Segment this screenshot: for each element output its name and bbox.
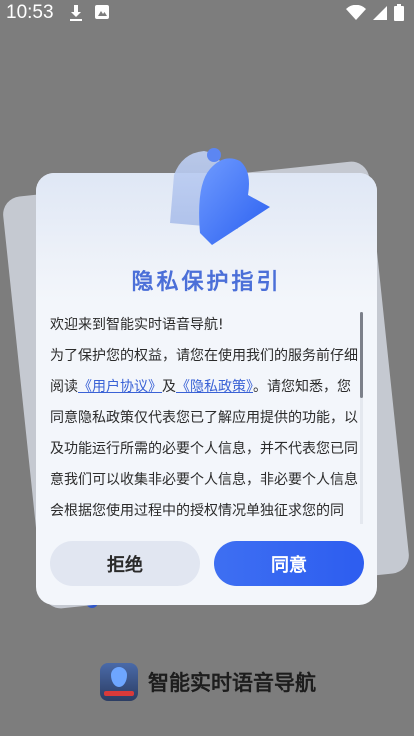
splash-app-name: 智能实时语音导航: [148, 671, 316, 695]
signal-icon: [373, 5, 387, 20]
body-text-after: 。请您知悉，您同意隐私政策仅代表您已了解应用提供的功能，以及功能运行所需的必要个…: [50, 379, 358, 519]
app-logo-icon: [100, 663, 138, 701]
and-text: 及: [162, 379, 176, 395]
download-icon: [70, 5, 82, 21]
agree-button[interactable]: 同意: [214, 541, 364, 586]
scrollbar-thumb[interactable]: [360, 312, 363, 398]
welcome-text: 欢迎来到智能实时语音导航!: [50, 317, 224, 333]
privacy-policy-link[interactable]: 《隐私政策》: [176, 379, 253, 395]
wifi-icon: [346, 4, 366, 20]
content-scrollbar[interactable]: [360, 312, 363, 524]
image-icon: [95, 5, 109, 19]
dialog-title: 隐私保护指引: [131, 270, 282, 295]
refuse-button[interactable]: 拒绝: [50, 541, 200, 586]
user-agreement-link[interactable]: 《用户协议》: [78, 379, 162, 395]
status-time: 10:53: [6, 2, 54, 23]
dialog-content: 欢迎来到智能实时语音导航! 为了保护您的权益，请您在使用我们的服务前仔细阅读《用…: [50, 310, 362, 524]
battery-icon: [394, 4, 404, 21]
status-bar: 10:53: [0, 0, 414, 28]
bell-icon: [170, 148, 270, 245]
splash-app-branding: 智能实时语音导航: [100, 662, 316, 702]
privacy-body: 为了保护您的权益，请您在使用我们的服务前仔细阅读《用户协议》及《隐私政策》。请您…: [50, 341, 362, 524]
